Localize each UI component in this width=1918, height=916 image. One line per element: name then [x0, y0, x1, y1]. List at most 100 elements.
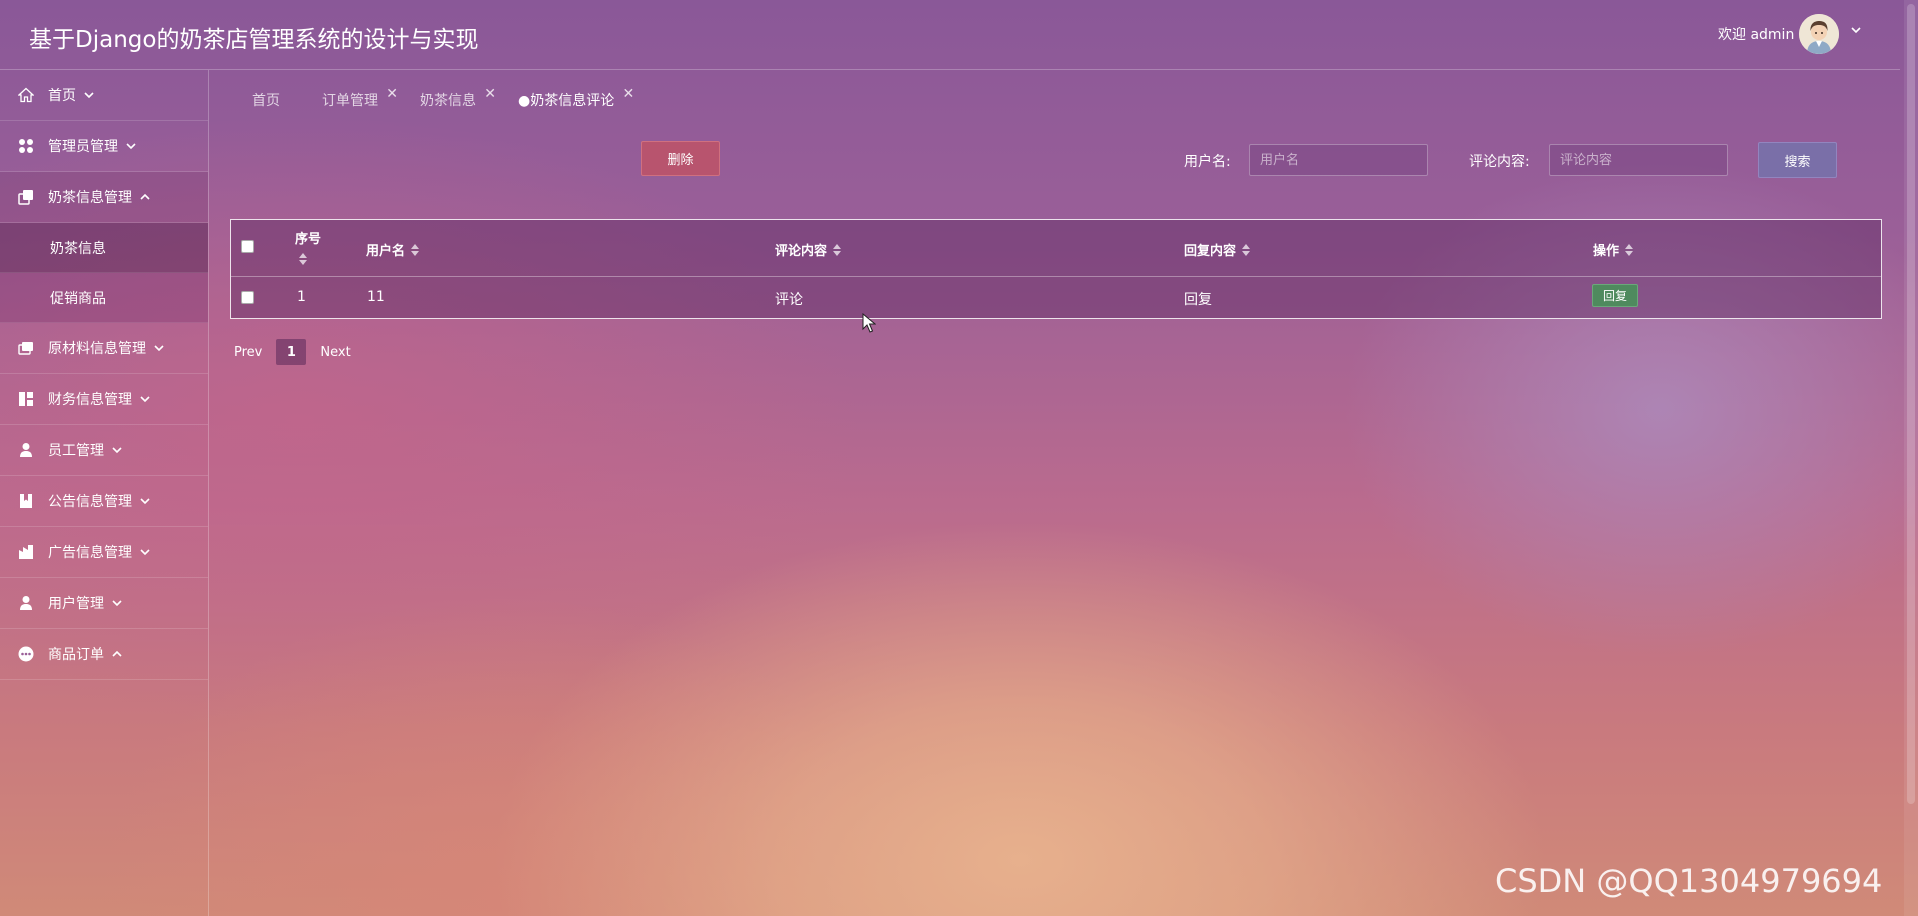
- chevron-down-icon: [140, 394, 150, 404]
- col-index-header[interactable]: 序号: [295, 228, 321, 247]
- tab-label: ●奶茶信息评论: [518, 93, 615, 109]
- chevron-down-icon: [112, 445, 122, 455]
- user-icon: [18, 595, 34, 611]
- sidebar-item-label: 原材料信息管理: [48, 341, 146, 357]
- close-icon[interactable]: ✕: [386, 86, 398, 102]
- sidebar-subitem-label: 促销商品: [50, 290, 106, 307]
- header-label: 回复内容: [1184, 244, 1237, 259]
- sidebar-item-admin[interactable]: 管理员管理: [0, 121, 208, 172]
- tab-label: 奶茶信息: [420, 93, 476, 109]
- sidebar-subitem-milktea-info[interactable]: 奶茶信息: [0, 223, 208, 273]
- sort-icon[interactable]: [299, 250, 307, 269]
- row-checkbox[interactable]: [241, 291, 254, 304]
- sidebar-item-label: 公告信息管理: [48, 494, 132, 510]
- tab-orders[interactable]: 订单管理 ✕: [322, 86, 398, 110]
- sort-icon[interactable]: [411, 243, 420, 260]
- cell-comment: 评论: [775, 292, 803, 308]
- bookmark-icon: [18, 493, 34, 509]
- layers-icon: [18, 340, 34, 356]
- reply-button[interactable]: 回复: [1592, 284, 1638, 307]
- sidebar-item-milktea[interactable]: 奶茶信息管理: [0, 172, 208, 223]
- prev-page-link[interactable]: Prev: [234, 345, 262, 360]
- page-scrollbar[interactable]: [1904, 0, 1918, 916]
- comment-label: 评论内容:: [1469, 154, 1530, 170]
- chevron-down-icon: [84, 90, 94, 100]
- sidebar-item-label: 员工管理: [48, 443, 104, 459]
- cell-reply: 回复: [1184, 292, 1212, 308]
- chevron-down-icon: [112, 598, 122, 608]
- next-page-link[interactable]: Next: [320, 345, 350, 360]
- col-action-header[interactable]: 操作: [1593, 240, 1634, 260]
- chevron-down-icon: [140, 496, 150, 506]
- tab-milktea-comments[interactable]: ●奶茶信息评论 ✕: [518, 86, 634, 110]
- copy-icon: [18, 189, 34, 205]
- username-label: 用户名:: [1184, 154, 1231, 170]
- welcome-text: 欢迎 admin: [1718, 27, 1795, 43]
- user-avatar-icon[interactable]: [1799, 14, 1839, 54]
- cell-username: 11: [367, 289, 385, 305]
- sidebar-subitem-label: 奶茶信息: [50, 240, 106, 257]
- watermark-text: CSDN @QQ1304979694: [1495, 862, 1883, 900]
- tab-bar: 首页 订单管理 ✕ 奶茶信息 ✕ ●奶茶信息评论 ✕: [252, 86, 656, 110]
- chevron-down-icon: [140, 547, 150, 557]
- chevron-down-icon: [154, 343, 164, 353]
- col-comment-header[interactable]: 评论内容: [775, 240, 842, 260]
- chevron-up-icon: [112, 649, 122, 659]
- sidebar: 首页 管理员管理 奶茶信息管理 奶茶信息 促销商品 原材料信息管理 财务信息管理…: [0, 70, 209, 916]
- sidebar-item-label: 广告信息管理: [48, 545, 132, 561]
- sidebar-item-label: 商品订单: [48, 647, 104, 663]
- apps-icon: [18, 138, 34, 154]
- col-username-header[interactable]: 用户名: [366, 240, 420, 260]
- more-icon: [18, 646, 34, 662]
- search-button[interactable]: 搜索: [1758, 142, 1837, 178]
- comments-table: 序号 用户名 评论内容 回复内容 操作 1 11 评论 回复 回复: [230, 219, 1882, 319]
- chevron-down-icon: [126, 141, 136, 151]
- sidebar-item-label: 奶茶信息管理: [48, 190, 132, 206]
- sidebar-item-orders[interactable]: 商品订单: [0, 629, 208, 680]
- sidebar-item-label: 管理员管理: [48, 139, 118, 155]
- sidebar-item-notice[interactable]: 公告信息管理: [0, 476, 208, 527]
- mouse-cursor-icon: [862, 312, 877, 333]
- sidebar-item-label: 财务信息管理: [48, 392, 132, 408]
- tab-milktea-info[interactable]: 奶茶信息 ✕: [420, 86, 496, 110]
- tab-label: 订单管理: [322, 93, 378, 109]
- sort-icon[interactable]: [833, 243, 842, 260]
- tab-label: 首页: [252, 93, 280, 109]
- user-menu-chevron-icon[interactable]: [1851, 24, 1861, 38]
- tab-home[interactable]: 首页: [252, 90, 280, 110]
- sort-icon[interactable]: [1625, 243, 1634, 260]
- header-label: 用户名: [366, 244, 406, 259]
- sidebar-subitem-promotion[interactable]: 促销商品: [0, 273, 208, 323]
- sidebar-item-home[interactable]: 首页: [0, 70, 208, 121]
- close-icon[interactable]: ✕: [484, 86, 496, 102]
- comment-input[interactable]: [1549, 144, 1728, 176]
- cell-index: 1: [297, 289, 306, 305]
- sidebar-item-label: 首页: [48, 88, 76, 104]
- table-header: 序号 用户名 评论内容 回复内容 操作: [231, 220, 1881, 277]
- pagination: Prev 1 Next: [234, 339, 351, 365]
- sidebar-item-users[interactable]: 用户管理: [0, 578, 208, 629]
- building-icon: [18, 544, 34, 560]
- sort-icon[interactable]: [1242, 243, 1251, 260]
- delete-button[interactable]: 删除: [641, 141, 720, 176]
- home-icon: [18, 87, 34, 103]
- sidebar-item-material[interactable]: 原材料信息管理: [0, 323, 208, 374]
- top-header: 基于Django的奶茶店管理系统的设计与实现 欢迎 admin: [0, 0, 1900, 70]
- chevron-up-icon: [140, 192, 150, 202]
- app-title: 基于Django的奶茶店管理系统的设计与实现: [29, 27, 479, 53]
- sidebar-item-label: 用户管理: [48, 596, 104, 612]
- scrollbar-thumb[interactable]: [1907, 4, 1915, 804]
- close-icon[interactable]: ✕: [622, 86, 634, 102]
- sidebar-item-finance[interactable]: 财务信息管理: [0, 374, 208, 425]
- header-label: 操作: [1593, 244, 1620, 259]
- person-icon: [18, 442, 34, 458]
- col-reply-header[interactable]: 回复内容: [1184, 240, 1251, 260]
- header-label: 评论内容: [775, 244, 828, 259]
- username-input[interactable]: [1249, 144, 1428, 176]
- select-all-checkbox[interactable]: [241, 240, 254, 253]
- table-row[interactable]: 1 11 评论 回复 回复: [231, 277, 1881, 319]
- sidebar-item-ads[interactable]: 广告信息管理: [0, 527, 208, 578]
- page-number-current[interactable]: 1: [276, 339, 307, 365]
- dashboard-icon: [18, 391, 34, 407]
- sidebar-item-staff[interactable]: 员工管理: [0, 425, 208, 476]
